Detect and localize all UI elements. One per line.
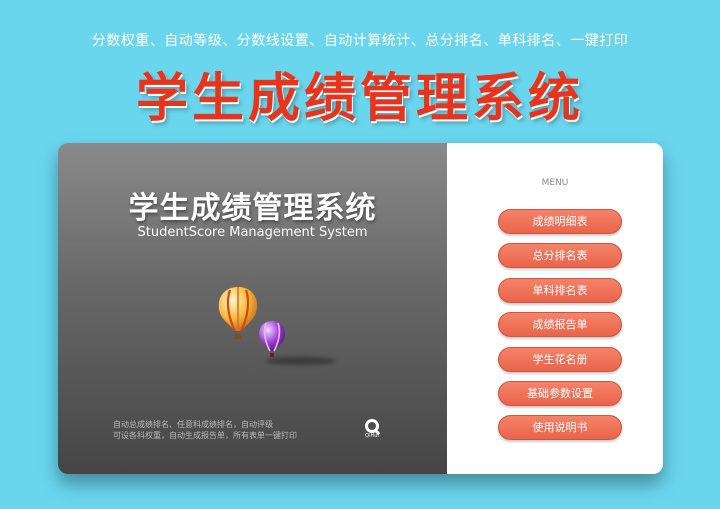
menu-button-total-ranking[interactable]: 总分排名表 [498,243,622,269]
main-card: 学生成绩管理系统 StudentScore Management System [58,143,663,474]
menu-button-student-roster[interactable]: 学生花名册 [498,346,622,372]
brand-logo: QiHui [362,419,382,441]
balloon-purple-icon [259,321,285,357]
description-line-2: 可设各科权重，自动生成报告单，所有表单一键打印 [113,431,297,440]
logo-icon [365,419,379,433]
menu-label: MENU [541,178,569,188]
menu-list: 成绩明细表 总分排名表 单科排名表 成绩报告单 学生花名册 基础参数设置 使用说… [498,209,622,450]
menu-button-subject-ranking[interactable]: 单科排名表 [498,277,622,303]
menu-button-basic-settings[interactable]: 基础参数设置 [498,380,622,406]
description-line-1: 自动总成绩排名、任意科成绩排名，自动评级 [113,420,273,429]
app-title: 学生成绩管理系统 [128,191,377,226]
left-panel: 学生成绩管理系统 StudentScore Management System [58,143,447,474]
menu-button-score-details[interactable]: 成绩明细表 [498,209,622,234]
banner-title: 学生成绩管理系统 [135,69,584,129]
menu-button-report-card[interactable]: 成绩报告单 [498,312,622,338]
hot-air-balloons-icon [218,287,285,357]
tagline: 分数权重、自动等级、分数线设置、自动计算统计、总分排名、单科排名、一键打印 [91,33,629,49]
feature-description: 自动总成绩排名、任意科成绩排名，自动评级 可设各科权重，自动生成报告单，所有表单… [113,419,297,441]
app-subtitle: StudentScore Management System [137,225,368,240]
balloon-yellow-icon [218,287,258,339]
menu-panel: MENU 成绩明细表 总分排名表 单科排名表 成绩报告单 学生花名册 基础参数设… [447,143,663,474]
menu-button-user-manual[interactable]: 使用说明书 [498,415,622,441]
